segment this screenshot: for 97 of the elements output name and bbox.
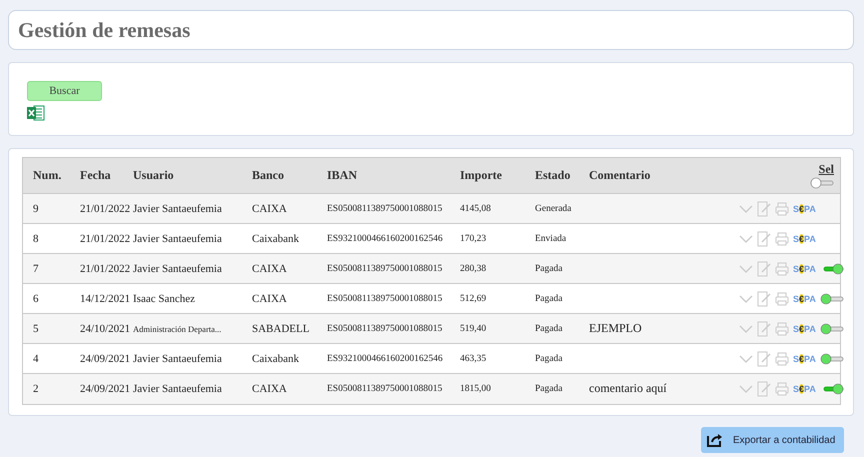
chevron-down-icon[interactable]: [739, 234, 753, 244]
edit-icon[interactable]: [757, 200, 771, 216]
column-header: Num.: [33, 168, 62, 183]
table-cell-text: 512,69: [460, 294, 488, 304]
table-cell-text: 2: [33, 382, 40, 394]
table-cell-text: Javier Santaeufemia: [133, 382, 223, 394]
print-icon[interactable]: [775, 292, 789, 306]
column-header: Comentario: [589, 168, 652, 183]
table-cell-text: Isaac Sanchez: [133, 292, 196, 304]
edit-icon[interactable]: [757, 350, 771, 366]
table-cell-text: 21/01/2022: [80, 262, 132, 274]
sepa-link[interactable]: S€PA: [793, 204, 816, 214]
toggle-switch[interactable]: [810, 177, 834, 189]
table-cell-text: CAIXA: [252, 382, 288, 394]
table-cell-text: 24/09/2021: [80, 352, 132, 364]
column-header: Fecha: [80, 168, 112, 183]
chevron-down-icon[interactable]: [739, 204, 753, 214]
table-cell-text: 21/01/2022: [80, 202, 132, 214]
table-cell-text: ES0500811389750001088015: [327, 324, 444, 334]
export-icon: [707, 433, 723, 447]
table-cell-text: Caixabank: [252, 232, 300, 244]
chevron-down-icon[interactable]: [739, 324, 753, 334]
column-header: IBAN: [327, 168, 358, 183]
table-cell-text: Enviada: [535, 234, 568, 244]
sepa-link[interactable]: S€PA: [793, 234, 816, 244]
edit-icon[interactable]: [757, 380, 771, 396]
table-cell-text: Generada: [535, 204, 572, 214]
table-cell-text: CAIXA: [252, 202, 288, 214]
toggle-switch[interactable]: [820, 322, 844, 334]
table-cell-text: 9: [33, 202, 40, 214]
sepa-link[interactable]: S€PA: [793, 384, 816, 394]
table-cell-text: Pagada: [535, 354, 564, 364]
toggle-switch[interactable]: [820, 352, 844, 364]
table-cell-text: ES0500811389750001088015: [327, 294, 444, 304]
table-cell-text: ES9321000466160200162546: [327, 234, 444, 244]
table-cell-text: 24/10/2021: [80, 322, 132, 334]
edit-icon[interactable]: [757, 230, 771, 246]
sepa-link[interactable]: S€PA: [793, 264, 816, 274]
table-cell-text: 1815,00: [460, 384, 492, 394]
print-icon[interactable]: [775, 352, 789, 366]
edit-icon[interactable]: [757, 260, 771, 276]
column-header: Estado: [535, 168, 572, 183]
table-cell-text: 280,38: [460, 264, 488, 274]
table-cell-text: Javier Santaeufemia: [133, 262, 223, 274]
column-header: Usuario: [133, 168, 175, 183]
table-cell-text: 463,35: [460, 354, 488, 364]
chevron-down-icon[interactable]: [739, 384, 753, 394]
table-cell-text: 14/12/2021: [80, 292, 132, 304]
table-cell-text: 4: [33, 352, 40, 364]
table-cell-text: Pagada: [535, 264, 564, 274]
table-cell-text: ES0500811389750001088015: [327, 204, 444, 214]
table-cell-text: CAIXA: [252, 262, 288, 274]
print-icon[interactable]: [775, 202, 789, 216]
table-cell-text: SABADELL: [252, 322, 310, 334]
chevron-down-icon[interactable]: [739, 264, 753, 274]
table-cell-text: 4145,08: [460, 204, 492, 214]
table-cell-text: comentario aquí: [589, 381, 668, 396]
table-cell-text: 519,40: [460, 324, 488, 334]
table-cell-text: 5: [33, 322, 40, 334]
table-cell-text: 24/09/2021: [80, 382, 132, 394]
table-cell-text: Javier Santaeufemia: [133, 232, 223, 244]
table-cell-text: 21/01/2022: [80, 232, 132, 244]
edit-icon[interactable]: [757, 320, 771, 336]
table-cell-text: Pagada: [535, 294, 564, 304]
table-cell-text: Javier Santaeufemia: [133, 202, 223, 214]
table-cell-text: Caixabank: [252, 352, 300, 364]
print-icon[interactable]: [775, 232, 789, 246]
print-icon[interactable]: [775, 322, 789, 336]
table-cell-text: 6: [33, 292, 40, 304]
sepa-link[interactable]: S€PA: [793, 324, 816, 334]
edit-icon[interactable]: [757, 290, 771, 306]
print-icon[interactable]: [775, 382, 789, 396]
table-cell-text: Javier Santaeufemia: [133, 352, 223, 364]
toggle-switch[interactable]: [820, 292, 844, 304]
export-button[interactable]: Exportar a contabilidad: [701, 427, 844, 453]
sepa-link[interactable]: S€PA: [793, 294, 816, 304]
table-cell-text: ES9321000466160200162546: [327, 354, 444, 364]
table-cell-text: CAIXA: [252, 292, 288, 304]
table-cell-text: Pagada: [535, 384, 564, 394]
column-header: Importe: [460, 168, 503, 183]
table-cell-text: EJEMPLO: [589, 321, 643, 336]
table-cell-text: Administración Departa...: [133, 324, 222, 334]
excel-icon[interactable]: [27, 105, 45, 121]
chevron-down-icon[interactable]: [739, 354, 753, 364]
table-cell-text: 170,23: [460, 234, 488, 244]
table-cell-text: 7: [33, 262, 40, 274]
page-title: Gestión de remesas: [18, 18, 190, 42]
column-header: Sel: [818, 162, 834, 177]
print-icon[interactable]: [775, 262, 789, 276]
table-cell-text: 8: [33, 232, 40, 244]
table-cell-text: ES0500811389750001088015: [327, 264, 444, 274]
table-cell-text: ES0500811389750001088015: [327, 384, 444, 394]
search-button[interactable]: Buscar: [27, 81, 102, 101]
column-header: Banco: [252, 168, 286, 183]
sepa-link[interactable]: S€PA: [793, 354, 816, 364]
table-cell-text: Pagada: [535, 324, 564, 334]
chevron-down-icon[interactable]: [739, 294, 753, 304]
